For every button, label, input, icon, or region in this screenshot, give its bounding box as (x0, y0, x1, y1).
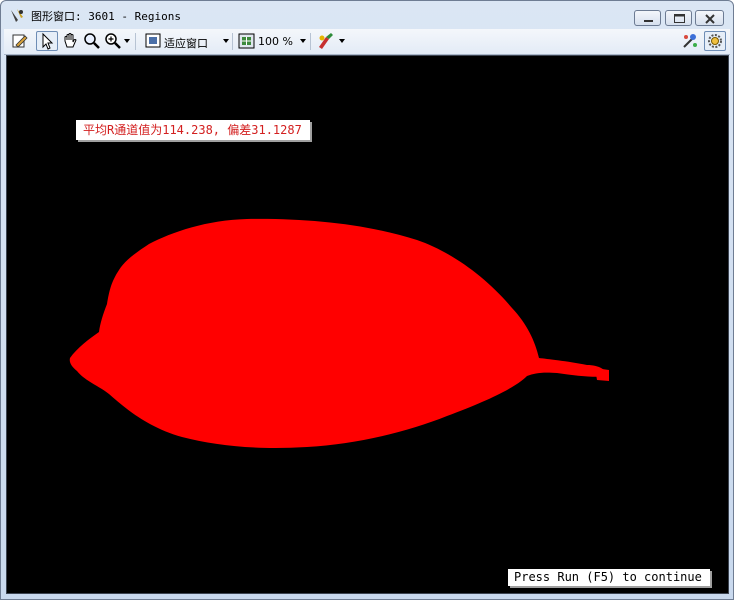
zoom-button[interactable] (103, 31, 123, 51)
options-button[interactable] (680, 31, 700, 51)
zoom-level-button[interactable] (237, 31, 257, 51)
options-icon (683, 34, 697, 48)
color-tools-icon (319, 33, 333, 49)
settings-icon (708, 34, 722, 48)
leaf-region (69, 218, 607, 448)
maximize-icon (674, 14, 685, 23)
color-tools-dropdown-arrow[interactable] (339, 39, 345, 43)
minimize-icon (644, 20, 653, 22)
zoom-level-label[interactable]: 100 % (258, 35, 293, 48)
image-canvas[interactable]: 平均R通道值为114.238, 偏差31.1287 Press Run (F5)… (6, 55, 729, 594)
pointer-icon (42, 32, 54, 50)
pan-button[interactable] (60, 31, 80, 51)
minimize-button[interactable] (634, 10, 661, 26)
press-run-message: Press Run (F5) to continue (508, 569, 710, 586)
toolbar-separator (232, 33, 233, 50)
window-title: 图形窗口: 3601 - Regions (31, 10, 181, 23)
magnifier-button[interactable] (82, 31, 102, 51)
close-button[interactable] (695, 10, 724, 26)
zoom-dropdown-arrow[interactable] (124, 39, 130, 43)
fit-window-button[interactable] (143, 31, 163, 51)
zoom-icon (105, 33, 121, 49)
fit-mode-dropdown-arrow[interactable] (223, 39, 229, 43)
magnifier-icon (84, 33, 100, 49)
fit-mode-label[interactable]: 适应窗口 (164, 35, 208, 51)
toolbar-separator (135, 33, 136, 50)
mean-r-channel-label: 平均R通道值为114.238, 偏差31.1287 (76, 120, 310, 140)
fit-window-icon (145, 33, 161, 48)
zoom-level-icon (238, 33, 255, 49)
halcon-app-icon (9, 8, 25, 24)
zoom-level-dropdown-arrow[interactable] (300, 39, 306, 43)
maximize-button[interactable] (665, 10, 692, 26)
settings-button[interactable] (704, 31, 726, 51)
title-bar[interactable]: 图形窗口: 3601 - Regions (1, 1, 733, 29)
graphics-window: 图形窗口: 3601 - Regions 适应窗口 100 % 平均R通道值为1… (0, 0, 734, 600)
leaf-stem-tip (595, 368, 609, 381)
toolbar-separator (310, 33, 311, 50)
edit-button[interactable] (10, 31, 30, 51)
color-tools-button[interactable] (316, 31, 336, 51)
edit-icon (12, 34, 28, 48)
pointer-button[interactable] (36, 31, 58, 51)
hand-icon (64, 33, 77, 48)
toolbar: 适应窗口 100 % (4, 29, 730, 55)
close-icon (705, 14, 715, 24)
